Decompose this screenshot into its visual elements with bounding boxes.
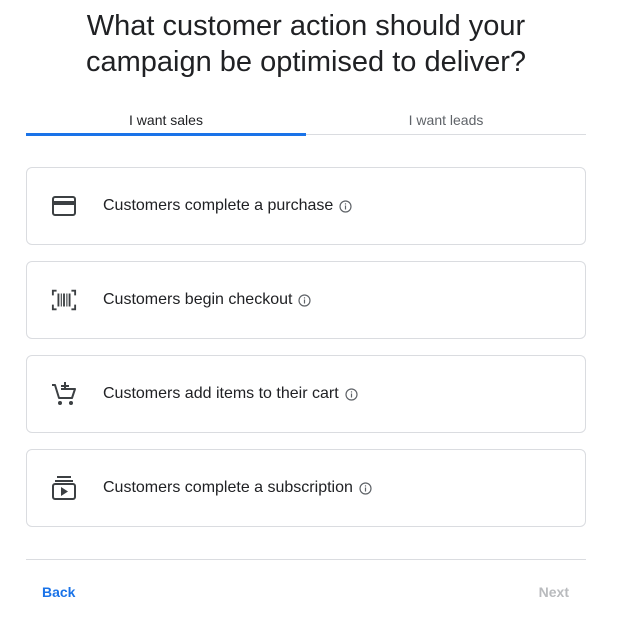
option-complete-purchase[interactable]: Customers complete a purchase [26, 167, 586, 245]
page-title-line2: campaign be optimised to deliver? [85, 46, 527, 78]
option-label-checkout: Customers begin checkout [103, 291, 293, 308]
info-icon[interactable] [345, 387, 358, 401]
option-label-cart: Customers add items to their cart [103, 385, 339, 402]
page-title: What customer action should your campaig… [26, 8, 586, 80]
tab-bar: I want sales I want leads [26, 108, 586, 136]
option-begin-checkout[interactable]: Customers begin checkout [26, 261, 586, 339]
option-list: Customers complete a purchase Customers … [26, 167, 586, 543]
tab-sales[interactable]: I want sales [26, 108, 306, 136]
option-complete-subscription[interactable]: Customers complete a subscription [26, 449, 586, 527]
next-button[interactable]: Next [539, 584, 569, 600]
tab-leads[interactable]: I want leads [306, 108, 586, 134]
footer-divider [26, 559, 586, 560]
add-shopping-cart-icon [51, 381, 77, 407]
barcode-scanner-icon [51, 287, 77, 313]
option-label-purchase: Customers complete a purchase [103, 197, 334, 214]
info-icon[interactable] [298, 293, 312, 307]
info-icon[interactable] [359, 481, 372, 495]
page-title-line1: What customer action should your [86, 10, 526, 42]
option-label-subscription: Customers complete a subscription [103, 479, 353, 496]
back-button[interactable]: Back [42, 584, 75, 600]
subscriptions-icon [51, 475, 77, 501]
credit-card-icon [51, 193, 77, 219]
info-icon[interactable] [339, 199, 352, 213]
campaign-goal-page: What customer action should your campaig… [0, 0, 619, 624]
option-add-to-cart[interactable]: Customers add items to their cart [26, 355, 586, 433]
